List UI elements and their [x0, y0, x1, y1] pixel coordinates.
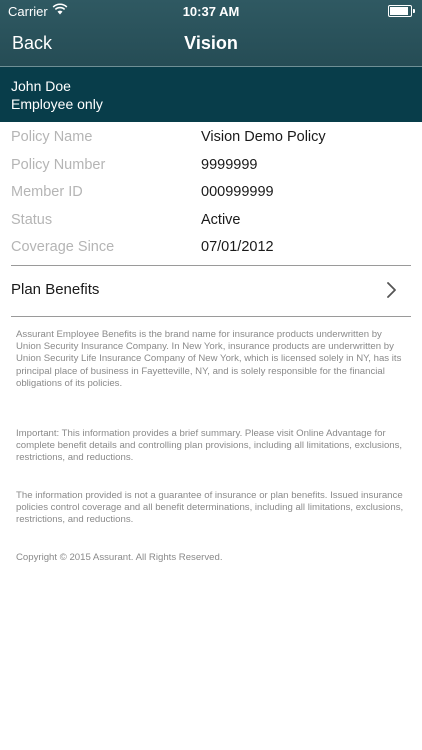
- navigation-bar: Carrier 10:37 AM Back Vision: [0, 0, 422, 67]
- policy-details: Policy Name Vision Demo Policy Policy Nu…: [11, 125, 411, 263]
- guarantee-disclaimer: The information provided is not a guaran…: [16, 490, 404, 526]
- brand-disclaimer: Assurant Employee Benefits is the brand …: [16, 329, 402, 389]
- plan-benefits-label: Plan Benefits: [11, 281, 100, 298]
- status-time: 10:37 AM: [182, 4, 240, 19]
- policy-number-value: 9999999: [201, 156, 258, 173]
- member-name: John Doe: [11, 78, 71, 94]
- policy-number-label: Policy Number: [11, 156, 106, 173]
- status-label: Status: [11, 211, 53, 228]
- policy-name-value: Vision Demo Policy: [201, 129, 326, 145]
- status-value: Active: [201, 211, 241, 228]
- coverage-since-value: 07/01/2012: [201, 239, 274, 255]
- page-title: Vision: [184, 33, 238, 53]
- policy-row-number: Policy Number 9999999: [11, 153, 411, 181]
- policy-row-member-id: Member ID 000999999: [11, 180, 411, 208]
- member-id-value: 000999999: [201, 184, 274, 200]
- coverage-since-label: Coverage Since: [11, 239, 115, 255]
- status-bar: Carrier 10:37 AM: [0, 0, 422, 22]
- coverage-tier: Employee only: [11, 96, 103, 112]
- policy-row-status: Status Active: [11, 208, 411, 236]
- policy-row-name: Policy Name Vision Demo Policy: [11, 125, 411, 153]
- member-header: John Doe Employee only: [0, 67, 422, 122]
- battery-icon: [388, 5, 415, 17]
- important-disclaimer: Important: This information provides a b…: [16, 428, 403, 464]
- plan-benefits-row[interactable]: Plan Benefits: [11, 266, 411, 315]
- chevron-right-icon: [385, 282, 399, 298]
- policy-name-label: Policy Name: [11, 129, 93, 145]
- policy-row-coverage-since: Coverage Since 07/01/2012: [11, 235, 411, 263]
- section-divider: [11, 316, 411, 317]
- copyright-text: Copyright © 2015 Assurant. All Rights Re…: [16, 552, 223, 563]
- member-id-label: Member ID: [11, 184, 83, 200]
